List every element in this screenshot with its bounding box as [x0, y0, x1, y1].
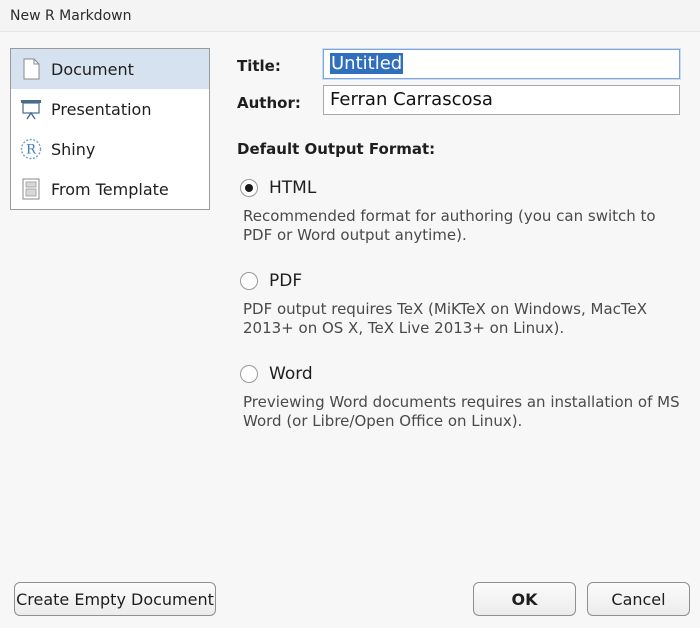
html-radio-option[interactable]: HTML — [240, 178, 316, 198]
html-description: Recommended format for authoring (you ca… — [243, 207, 656, 244]
dialog-content: Document Presentation R Shiny From Templ… — [0, 32, 700, 628]
pdf-description: PDF output requires TeX (MiKTeX on Windo… — [243, 300, 647, 337]
ok-button[interactable]: OK — [473, 582, 576, 616]
sidebar-item-label: From Template — [51, 179, 169, 199]
sidebar-item-presentation[interactable]: Presentation — [11, 89, 209, 129]
title-value: Untitled — [330, 53, 404, 74]
title-field[interactable]: Untitled — [323, 49, 680, 79]
template-icon — [11, 169, 51, 209]
cancel-button[interactable]: Cancel — [587, 582, 690, 616]
word-description: Previewing Word documents requires an in… — [243, 393, 680, 430]
word-radio-option[interactable]: Word — [240, 364, 313, 384]
word-radio-button[interactable] — [240, 365, 258, 383]
sidebar-item-shiny[interactable]: R Shiny — [11, 129, 209, 169]
word-radio-label: Word — [269, 364, 313, 384]
sidebar-item-document[interactable]: Document — [11, 49, 209, 89]
html-radio-label: HTML — [269, 178, 317, 198]
presentation-icon — [11, 89, 51, 129]
sidebar-item-label: Shiny — [51, 139, 96, 159]
sidebar-item-from-template[interactable]: From Template — [11, 169, 209, 209]
radio-selected-dot — [245, 184, 253, 192]
shiny-r-icon: R — [11, 129, 51, 169]
document-icon — [11, 49, 51, 89]
svg-text:R: R — [26, 143, 37, 158]
create-empty-document-button[interactable]: Create Empty Document — [14, 582, 216, 616]
pdf-radio-label: PDF — [269, 271, 303, 291]
pdf-radio-option[interactable]: PDF — [240, 271, 302, 291]
document-type-list: Document Presentation R Shiny From Templ… — [10, 48, 210, 210]
title-label: Title: — [237, 57, 281, 75]
author-field[interactable]: Ferran Carrascosa — [323, 85, 680, 115]
author-label: Author: — [237, 94, 301, 112]
output-format-heading: Default Output Format: — [237, 140, 436, 158]
window-title: New R Markdown — [0, 0, 700, 32]
sidebar-item-label: Presentation — [51, 99, 152, 119]
html-radio-button[interactable] — [240, 179, 258, 197]
pdf-radio-button[interactable] — [240, 272, 258, 290]
sidebar-item-label: Document — [51, 59, 134, 79]
